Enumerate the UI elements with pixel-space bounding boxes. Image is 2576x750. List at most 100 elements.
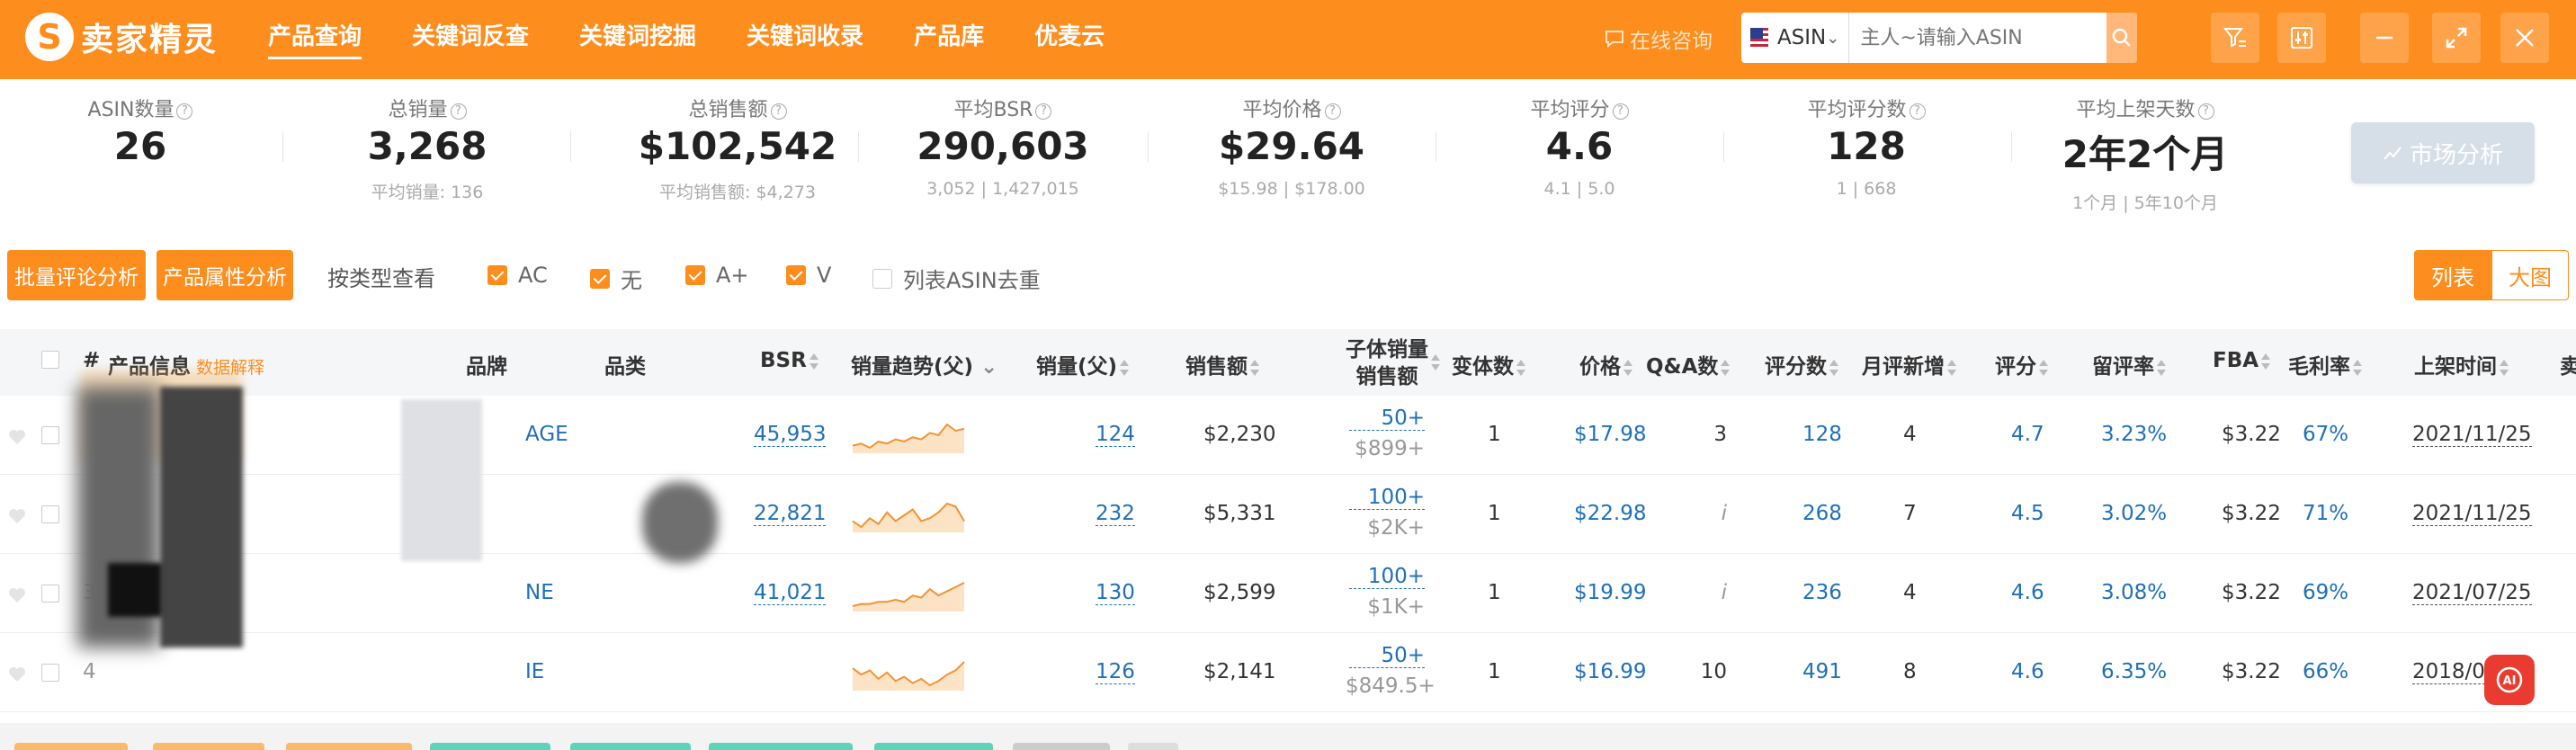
batch-review-analysis-button[interactable]: 批量评论分析 <box>7 250 146 300</box>
rating-cell[interactable]: 4.6 <box>2011 581 2044 604</box>
reviews-cell[interactable]: 236 <box>1802 581 1842 604</box>
sort-icon[interactable] <box>2353 359 2362 376</box>
sort-icon[interactable] <box>1431 354 1440 371</box>
sales-trend-sparkline[interactable] <box>851 655 966 691</box>
header-variants[interactable]: 变体数 <box>1452 349 1525 379</box>
filter-v-checkbox[interactable]: V <box>786 263 831 288</box>
sales-cell[interactable]: 130 <box>1096 581 1135 605</box>
sort-icon[interactable] <box>809 353 818 370</box>
sales-trend-sparkline[interactable] <box>851 576 966 612</box>
list-view-button[interactable]: 列表 <box>2414 250 2491 300</box>
header-launch[interactable]: 上架时间 <box>2414 349 2509 379</box>
favorite-heart-icon[interactable] <box>7 428 27 450</box>
child-sales-cell[interactable]: 100+ <box>1349 486 1425 510</box>
filter-ac-checkbox[interactable]: AC <box>487 263 548 288</box>
bsr-cell[interactable]: 45,953 <box>754 423 827 447</box>
bottom-tab[interactable] <box>153 743 264 750</box>
header-bsr[interactable]: BSR <box>760 349 818 372</box>
minimize-button[interactable] <box>2360 13 2409 63</box>
sort-icon[interactable] <box>1947 359 1956 376</box>
header-sales[interactable]: 销量(父) <box>1036 349 1130 379</box>
help-icon[interactable]: ? <box>1324 103 1341 120</box>
help-icon[interactable]: ? <box>176 103 193 120</box>
attribute-analysis-button[interactable]: 产品属性分析 <box>157 250 293 300</box>
filter-aplus-checkbox[interactable]: A+ <box>685 263 749 288</box>
price-cell[interactable]: $16.99 <box>1574 660 1646 683</box>
sales-trend-sparkline[interactable] <box>851 417 966 453</box>
header-fba[interactable]: FBA <box>2213 349 2271 372</box>
sort-icon[interactable] <box>1120 359 1130 376</box>
sort-icon[interactable] <box>2500 359 2509 376</box>
dedupe-asin-checkbox[interactable]: 列表ASIN去重 <box>872 263 1041 294</box>
nav-youmaiyun[interactable]: 优麦云 <box>1034 0 1105 79</box>
nav-keyword-mining[interactable]: 关键词挖掘 <box>579 0 696 79</box>
child-sales-cell[interactable]: 100+ <box>1349 565 1425 589</box>
price-cell[interactable]: $17.98 <box>1574 423 1646 446</box>
row-checkbox[interactable] <box>41 426 59 444</box>
sort-icon[interactable] <box>2261 353 2271 370</box>
sort-icon[interactable] <box>2039 359 2048 376</box>
bottom-tab[interactable] <box>709 743 853 750</box>
nav-product-db[interactable]: 产品库 <box>914 0 984 79</box>
sales-trend-sparkline[interactable] <box>851 496 966 532</box>
sort-icon[interactable] <box>1623 359 1632 376</box>
row-checkbox[interactable] <box>41 664 59 682</box>
help-icon[interactable]: ? <box>770 103 787 120</box>
sales-cell[interactable]: 124 <box>1096 423 1135 447</box>
help-icon[interactable]: ? <box>2197 103 2214 120</box>
sort-icon[interactable] <box>1250 359 1259 376</box>
favorite-heart-icon[interactable] <box>7 665 27 687</box>
bottom-tab[interactable] <box>570 743 691 750</box>
search-type-select[interactable]: ASIN <box>1777 26 1826 49</box>
filter-tool-button[interactable] <box>2211 13 2259 63</box>
bsr-cell[interactable]: 41,021 <box>754 581 827 605</box>
bsr-cell[interactable]: 22,821 <box>754 502 827 526</box>
sort-icon[interactable] <box>1829 359 1838 376</box>
select-all-checkbox[interactable] <box>41 351 59 369</box>
header-retention[interactable]: 留评率 <box>2092 349 2166 379</box>
help-icon[interactable]: ? <box>1909 103 1926 120</box>
nav-product-search[interactable]: 产品查询 <box>268 0 362 79</box>
row-checkbox[interactable] <box>41 505 59 523</box>
bottom-tab[interactable] <box>14 743 128 750</box>
rating-cell[interactable]: 4.5 <box>2011 502 2044 525</box>
grid-view-button[interactable]: 大图 <box>2491 250 2569 300</box>
favorite-heart-icon[interactable] <box>7 507 27 529</box>
header-revenue[interactable]: 销售额 <box>1185 349 1259 379</box>
header-child-sales[interactable]: 子体销量 销售额 <box>1346 336 1428 390</box>
help-icon[interactable]: ? <box>450 103 467 120</box>
reviews-cell[interactable]: 491 <box>1802 660 1842 683</box>
header-margin[interactable]: 毛利率 <box>2288 349 2362 379</box>
help-icon[interactable]: ? <box>1035 103 1052 120</box>
asin-search-input[interactable] <box>1848 13 2107 63</box>
sort-icon[interactable] <box>2157 359 2166 376</box>
bottom-tab[interactable] <box>1013 743 1110 750</box>
row-checkbox[interactable] <box>41 585 59 603</box>
nav-keyword-reverse[interactable]: 关键词反查 <box>412 0 529 79</box>
sort-icon[interactable] <box>1516 359 1525 376</box>
bottom-tab[interactable] <box>874 743 993 750</box>
ai-assistant-button[interactable]: AI <box>2484 655 2535 705</box>
chevron-down-icon[interactable]: ⌄ <box>1826 29 1839 48</box>
price-cell[interactable]: $22.98 <box>1574 502 1646 525</box>
header-rating[interactable]: 评分 <box>1995 349 2048 379</box>
header-trend[interactable]: 销量趋势(父) ⌄ <box>851 349 997 379</box>
reviews-cell[interactable]: 268 <box>1802 502 1842 525</box>
brand-cell[interactable]: AGE <box>525 423 568 446</box>
sales-cell[interactable]: 126 <box>1096 660 1135 684</box>
header-qa[interactable]: Q&A数 <box>1646 349 1731 379</box>
brand-logo[interactable]: S 卖家精灵 <box>25 13 218 61</box>
chevron-down-icon[interactable]: ⌄ <box>980 355 997 379</box>
child-sales-cell[interactable]: 50+ <box>1349 406 1425 431</box>
online-consult-link[interactable]: 在线咨询 <box>1605 23 1713 54</box>
bottom-tab[interactable] <box>286 743 412 750</box>
settings-tool-button[interactable] <box>2277 13 2326 63</box>
bottom-tab[interactable] <box>1128 743 1178 750</box>
header-monthly-new[interactable]: 月评新增 <box>1862 349 1956 379</box>
bottom-tab[interactable] <box>430 743 550 750</box>
rating-cell[interactable]: 4.7 <box>2011 423 2044 446</box>
header-reviews[interactable]: 评分数 <box>1765 349 1838 379</box>
maximize-button[interactable] <box>2432 13 2481 63</box>
favorite-heart-icon[interactable] <box>7 586 27 608</box>
price-cell[interactable]: $19.99 <box>1574 581 1646 604</box>
